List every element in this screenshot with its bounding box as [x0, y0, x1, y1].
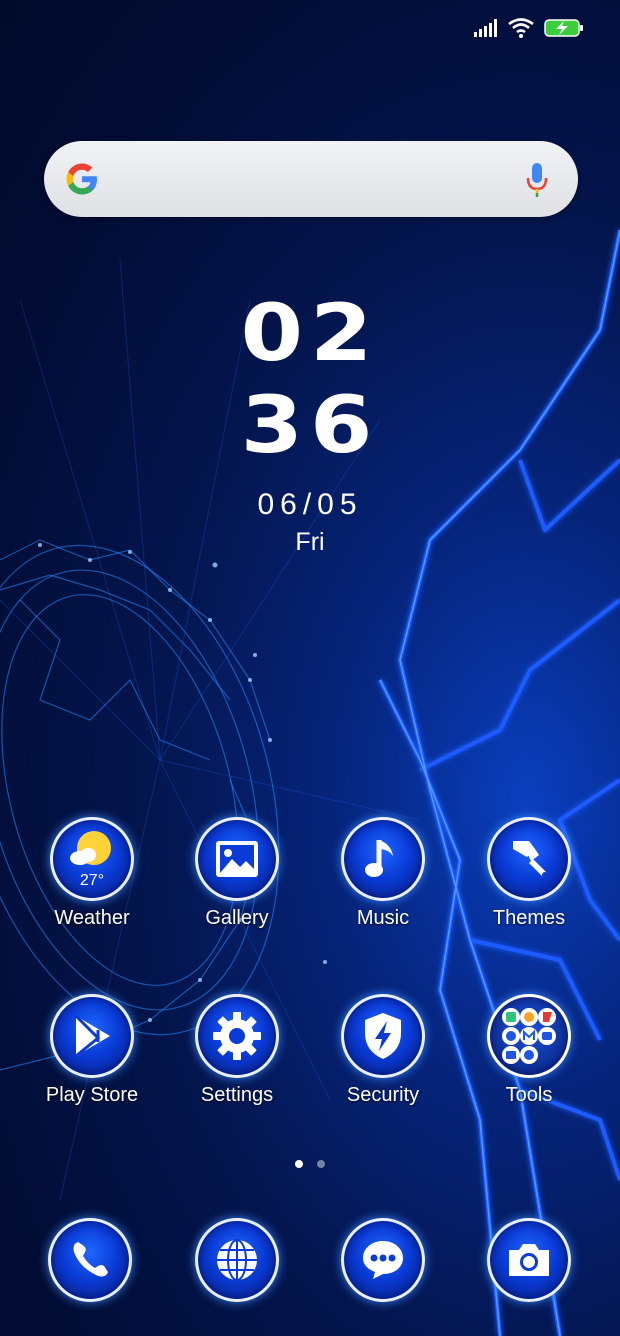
shield-bolt-icon [341, 994, 425, 1078]
app-security[interactable]: Security [310, 994, 456, 1107]
page-indicator [0, 1160, 620, 1168]
browser-globe-icon [195, 1218, 279, 1302]
clock-widget[interactable]: 02 36 [0, 288, 620, 472]
app-label: Settings [200, 1084, 274, 1106]
clock-hour: 02 [240, 289, 380, 379]
google-search-bar[interactable] [44, 141, 578, 217]
app-label: Security [346, 1084, 420, 1106]
music-note-icon [341, 817, 425, 901]
app-tools-folder[interactable]: Tools [456, 994, 602, 1107]
clock-minute: 36 [240, 381, 380, 471]
app-play-store[interactable]: Play Store [19, 994, 165, 1107]
app-weather[interactable]: 27° Weather [19, 817, 165, 930]
messages-icon [341, 1218, 425, 1302]
gallery-icon [195, 817, 279, 901]
date-text: 06/05 [257, 488, 363, 521]
app-label: Weather [54, 907, 130, 929]
paintbrush-icon [487, 817, 571, 901]
battery-charging-icon [544, 19, 583, 37]
app-music[interactable]: Music [310, 817, 456, 930]
status-bar [474, 14, 584, 42]
dock-camera[interactable] [456, 1218, 602, 1302]
app-label: Gallery [205, 907, 269, 929]
app-settings[interactable]: Settings [164, 994, 310, 1107]
app-themes[interactable]: Themes [456, 817, 602, 930]
gear-icon [195, 994, 279, 1078]
app-label: Play Store [45, 1084, 139, 1106]
page-dot [317, 1160, 325, 1168]
page-dot-active [295, 1160, 303, 1168]
weather-icon: 27° [50, 817, 134, 901]
google-logo [66, 163, 97, 195]
camera-icon [487, 1218, 571, 1302]
app-gallery[interactable]: Gallery [164, 817, 310, 930]
signal-icon [474, 19, 497, 37]
play-store-icon [50, 994, 134, 1078]
wifi-icon [508, 18, 534, 38]
folder-icon [487, 994, 571, 1078]
app-label: Music [356, 907, 410, 929]
phone-icon [48, 1218, 132, 1302]
day-text: Fri [295, 528, 325, 556]
dock-phone[interactable] [17, 1218, 163, 1302]
dock-messages[interactable] [310, 1218, 456, 1302]
app-label: Tools [505, 1084, 553, 1106]
mic-icon[interactable] [526, 163, 548, 197]
dock-browser[interactable] [164, 1218, 310, 1302]
app-label: Themes [492, 907, 566, 929]
weather-temp: 27° [79, 872, 105, 889]
